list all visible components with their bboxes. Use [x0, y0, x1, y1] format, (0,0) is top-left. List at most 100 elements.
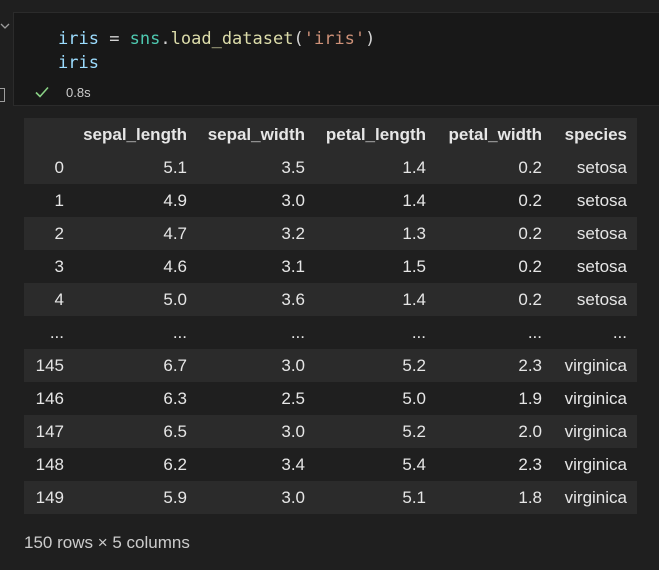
column-header: sepal_length	[83, 124, 187, 144]
column-header: petal_length	[325, 124, 426, 144]
execution-time: 0.8s	[66, 84, 91, 100]
row-index: 149	[35, 487, 64, 507]
table-cell: 0.2	[518, 190, 542, 210]
table-cell: 1.5	[402, 256, 426, 276]
dataframe-shape-summary: 150 rows × 5 columns	[24, 533, 190, 552]
table-cell: 3.4	[281, 454, 305, 474]
code-cell[interactable]: iris = sns.load_dataset('iris') iris 0.8…	[13, 12, 659, 106]
code-line-2: iris	[58, 53, 99, 73]
cell-output: sepal_length sepal_width petal_length pe…	[24, 118, 637, 514]
table-cell: 5.1	[163, 157, 187, 177]
table-header-row: sepal_length sepal_width petal_length pe…	[24, 118, 637, 151]
table-cell: 2.0	[518, 421, 542, 441]
code-token: iris	[58, 29, 99, 49]
table-row: 147 6.5 3.0 5.2 2.0 virginica	[24, 415, 637, 448]
table-cell: virginica	[564, 355, 627, 375]
table-cell: 5.4	[402, 454, 426, 474]
table-cell: setosa	[576, 223, 627, 243]
table-cell: ...	[290, 322, 305, 342]
table-cell: 1.4	[402, 157, 426, 177]
table-row: 145 6.7 3.0 5.2 2.3 virginica	[24, 349, 637, 382]
table-cell: 3.6	[281, 289, 305, 309]
table-row: 0 5.1 3.5 1.4 0.2 setosa	[24, 151, 637, 184]
table-cell: 5.2	[402, 355, 426, 375]
table-cell: 3.0	[281, 487, 305, 507]
table-cell: 2.3	[518, 355, 542, 375]
table-cell: 1.3	[402, 223, 426, 243]
table-cell: ...	[172, 322, 187, 342]
table-cell: virginica	[564, 421, 627, 441]
table-cell: 2.5	[281, 388, 305, 408]
table-cell: 6.3	[163, 388, 187, 408]
table-cell: 3.0	[281, 421, 305, 441]
row-index: 2	[54, 223, 64, 243]
check-icon	[34, 84, 50, 100]
table-row: 2 4.7 3.2 1.3 0.2 setosa	[24, 217, 637, 250]
code-token: load_dataset	[170, 29, 294, 49]
row-index: 4	[54, 289, 64, 309]
code-editor[interactable]: iris = sns.load_dataset('iris') iris	[58, 27, 375, 75]
code-token: (	[293, 29, 304, 49]
table-cell: 5.0	[163, 289, 187, 309]
table-cell: 3.0	[281, 190, 305, 210]
row-index: 1	[54, 190, 64, 210]
table-row: 4 5.0 3.6 1.4 0.2 setosa	[24, 283, 637, 316]
table-row: 148 6.2 3.4 5.4 2.3 virginica	[24, 448, 637, 481]
table-cell: 6.5	[163, 421, 187, 441]
table-cell: 5.2	[402, 421, 426, 441]
row-index: 147	[35, 421, 64, 441]
column-header: sepal_width	[207, 124, 305, 144]
table-cell: setosa	[576, 190, 627, 210]
table-cell: 1.4	[402, 190, 426, 210]
table-cell: ...	[612, 322, 627, 342]
table-row: 146 6.3 2.5 5.0 1.9 virginica	[24, 382, 637, 415]
table-cell: 0.2	[518, 289, 542, 309]
code-token: 'iris'	[303, 29, 366, 49]
table-row: 149 5.9 3.0 5.1 1.8 virginica	[24, 481, 637, 514]
table-row: 1 4.9 3.0 1.4 0.2 setosa	[24, 184, 637, 217]
table-cell: 2.3	[518, 454, 542, 474]
table-cell: 5.9	[163, 487, 187, 507]
table-cell: 6.2	[163, 454, 187, 474]
row-index: ...	[49, 322, 64, 342]
table-cell: 3.1	[281, 256, 305, 276]
row-index: 145	[35, 355, 64, 375]
table-cell: ...	[527, 322, 542, 342]
table-cell: setosa	[576, 157, 627, 177]
column-header: species	[564, 124, 627, 144]
code-line-1: iris = sns.load_dataset('iris')	[58, 29, 375, 49]
table-row: 3 4.6 3.1 1.5 0.2 setosa	[24, 250, 637, 283]
code-token: sns	[129, 29, 161, 49]
table-cell: 1.9	[518, 388, 542, 408]
table-cell: 4.7	[163, 223, 187, 243]
table-cell: virginica	[564, 388, 627, 408]
table-cell: 5.0	[402, 388, 426, 408]
row-index: 146	[35, 388, 64, 408]
table-cell: 5.1	[402, 487, 426, 507]
code-token: .	[160, 29, 171, 49]
table-cell: 3.5	[281, 157, 305, 177]
code-token: )	[365, 29, 376, 49]
table-cell: 4.9	[163, 190, 187, 210]
table-cell: 4.6	[163, 256, 187, 276]
index-header	[24, 118, 66, 151]
dataframe-table: sepal_length sepal_width petal_length pe…	[24, 118, 637, 514]
row-index: 0	[54, 157, 64, 177]
column-header: petal_width	[448, 124, 542, 144]
execution-status: 0.8s	[34, 83, 91, 101]
collapse-chevron-icon[interactable]	[0, 18, 10, 29]
table-cell: 1.4	[402, 289, 426, 309]
table-cell: setosa	[576, 289, 627, 309]
table-cell: 0.2	[518, 157, 542, 177]
table-cell: virginica	[564, 454, 627, 474]
table-cell: 0.2	[518, 223, 542, 243]
table-cell: virginica	[564, 487, 627, 507]
output-gutter-marker[interactable]	[0, 88, 5, 102]
table-cell: 6.7	[163, 355, 187, 375]
table-cell: ...	[411, 322, 426, 342]
table-cell: setosa	[576, 256, 627, 276]
row-index: 148	[35, 454, 64, 474]
table-cell: 0.2	[518, 256, 542, 276]
table-cell: 3.0	[281, 355, 305, 375]
row-index: 3	[54, 256, 64, 276]
